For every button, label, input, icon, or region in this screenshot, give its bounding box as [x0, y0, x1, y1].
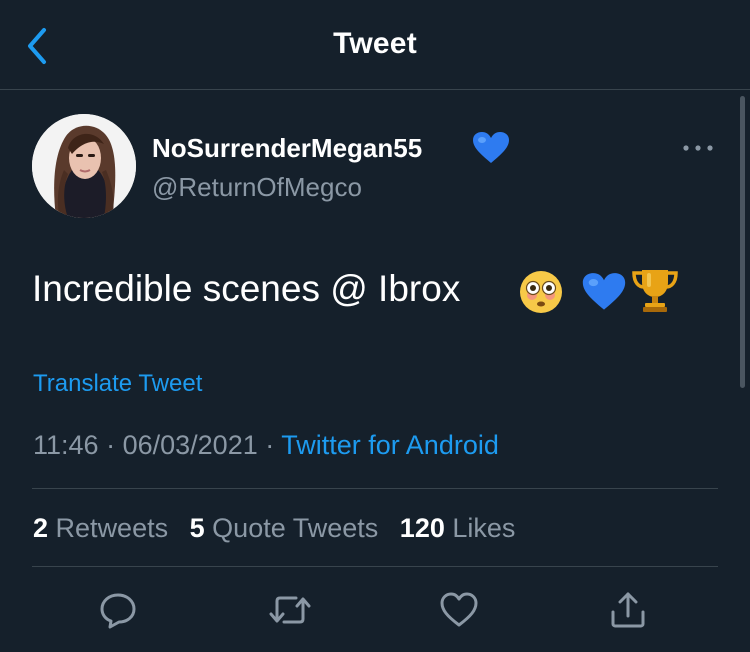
likes-count: 120 [399, 513, 445, 543]
more-options-button[interactable] [681, 138, 715, 158]
retweets-label: Retweets [55, 513, 169, 543]
tweet-time: 11:46 [33, 430, 99, 460]
retweet-icon [269, 596, 311, 624]
avatar-portrait-image [32, 114, 136, 218]
divider [32, 566, 718, 567]
reply-button[interactable] [98, 590, 138, 630]
divider [32, 488, 718, 489]
avatar[interactable] [32, 114, 136, 218]
quote-tweets-stat[interactable]: 5 Quote Tweets [190, 513, 379, 543]
scrollbar[interactable] [740, 96, 745, 388]
like-button[interactable] [439, 590, 479, 630]
translate-tweet-link[interactable]: Translate Tweet [33, 370, 202, 398]
quote-tweets-count: 5 [189, 513, 205, 543]
tweet-date: 06/03/2021 [122, 430, 258, 460]
quote-tweets-label: Quote Tweets [212, 513, 379, 543]
more-horizontal-icon [683, 145, 713, 151]
reply-icon [100, 593, 136, 629]
retweets-count: 2 [33, 513, 49, 543]
tweet-source-link[interactable]: Twitter for Android [281, 430, 499, 460]
share-button[interactable] [608, 590, 648, 630]
blue-heart-emoji [582, 273, 626, 310]
author-display-name[interactable]: NoSurrenderMegan55 [152, 133, 422, 164]
retweets-stat[interactable]: 2 Retweets [33, 513, 168, 543]
like-icon [440, 592, 478, 627]
top-bar: Tweet [0, 0, 750, 90]
retweet-button[interactable] [268, 590, 311, 630]
tweet-meta: 11:46 · 06/03/2021 · Twitter for Android [33, 430, 499, 461]
meta-separator: · [265, 430, 275, 460]
tweet-text: Incredible scenes @ Ibrox [32, 268, 461, 309]
share-icon [611, 592, 645, 628]
flushed-face-emoji [520, 271, 562, 313]
likes-stat[interactable]: 120 Likes [400, 513, 516, 543]
page-title: Tweet [333, 27, 417, 60]
author-handle[interactable]: @ReturnOfMegco [152, 172, 362, 203]
trophy-emoji [632, 270, 678, 312]
tweet-stats: 2 Retweets 5 Quote Tweets 120 Likes [33, 513, 515, 544]
blue-heart-emoji [471, 131, 511, 165]
meta-separator: · [106, 430, 116, 460]
likes-label: Likes [452, 513, 516, 543]
